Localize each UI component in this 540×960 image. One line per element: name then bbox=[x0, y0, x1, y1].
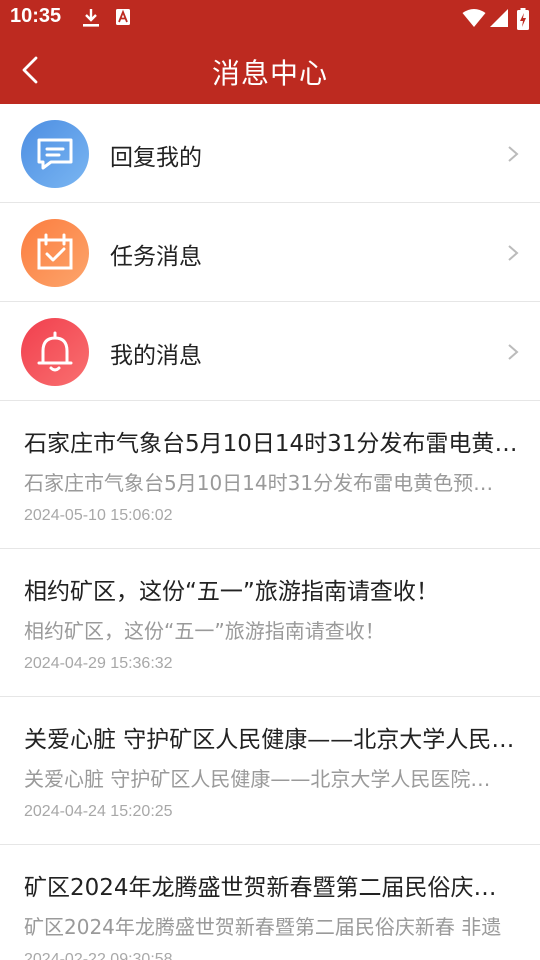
wifi-icon bbox=[462, 9, 486, 27]
message-title: 相约矿区，这份“五一”旅游指南请查收！ bbox=[24, 579, 439, 605]
chevron-right-icon bbox=[508, 146, 519, 162]
bell-icon-badge bbox=[21, 318, 89, 386]
message-title: 石家庄市气象台5月10日14时31分发布雷电黄色预警信号 bbox=[24, 431, 518, 457]
message-summary: 矿区2024年龙腾盛世贺新春暨第二届民俗庆新春 非遗 bbox=[24, 915, 502, 939]
message-item[interactable]: 石家庄市气象台5月10日14时31分发布雷电黄色预警信号 石家庄市气象台5月10… bbox=[0, 401, 540, 549]
page-title: 消息中心 bbox=[211, 57, 328, 90]
category-label: 我的消息 bbox=[110, 343, 202, 369]
comment-icon bbox=[37, 138, 73, 170]
message-date: 2024-04-29 15:36:32 bbox=[24, 655, 173, 672]
bell-icon bbox=[37, 331, 73, 372]
chevron-right-icon bbox=[508, 344, 519, 360]
message-title: 矿区2024年龙腾盛世贺新春暨第二届民俗庆新春 bbox=[24, 875, 518, 901]
app-notification-icon bbox=[116, 9, 130, 25]
category-label: 任务消息 bbox=[110, 244, 202, 270]
status-time: 10:35 bbox=[10, 5, 62, 27]
message-date: 2024-04-24 15:20:25 bbox=[24, 803, 173, 820]
message-summary: 石家庄市气象台5月10日14时31分发布雷电黄色预警信号 bbox=[24, 471, 504, 495]
category-task-messages[interactable]: 任务消息 bbox=[0, 203, 540, 302]
message-date: 2024-02-22 09:30:58 bbox=[24, 951, 173, 960]
message-item[interactable]: 相约矿区，这份“五一”旅游指南请查收！ 相约矿区，这份“五一”旅游指南请查收！ … bbox=[0, 549, 540, 697]
chevron-right-icon bbox=[508, 245, 519, 261]
message-summary: 关爱心脏 守护矿区人民健康——北京大学人民医院科普 bbox=[24, 767, 504, 791]
battery-charging-icon bbox=[517, 8, 529, 30]
message-item[interactable]: 矿区2024年龙腾盛世贺新春暨第二届民俗庆新春 矿区2024年龙腾盛世贺新春暨第… bbox=[0, 845, 540, 960]
message-item[interactable]: 关爱心脏 守护矿区人民健康——北京大学人民医院 关爱心脏 守护矿区人民健康——北… bbox=[0, 697, 540, 845]
message-summary: 相约矿区，这份“五一”旅游指南请查收！ bbox=[24, 619, 385, 643]
status-bar: 10:35 bbox=[0, 0, 540, 36]
calendar-icon-badge bbox=[21, 219, 89, 287]
category-reply-mine[interactable]: 回复我的 bbox=[0, 104, 540, 203]
category-my-messages[interactable]: 我的消息 bbox=[0, 302, 540, 401]
message-title: 关爱心脏 守护矿区人民健康——北京大学人民医院 bbox=[24, 727, 518, 753]
comment-icon-badge bbox=[21, 120, 89, 188]
download-icon bbox=[83, 9, 99, 27]
app-bar: 消息中心 bbox=[0, 36, 540, 104]
calendar-check-icon bbox=[37, 233, 73, 270]
category-label: 回复我的 bbox=[110, 145, 202, 171]
signal-icon bbox=[490, 9, 508, 27]
message-date: 2024-05-10 15:06:02 bbox=[24, 507, 173, 524]
